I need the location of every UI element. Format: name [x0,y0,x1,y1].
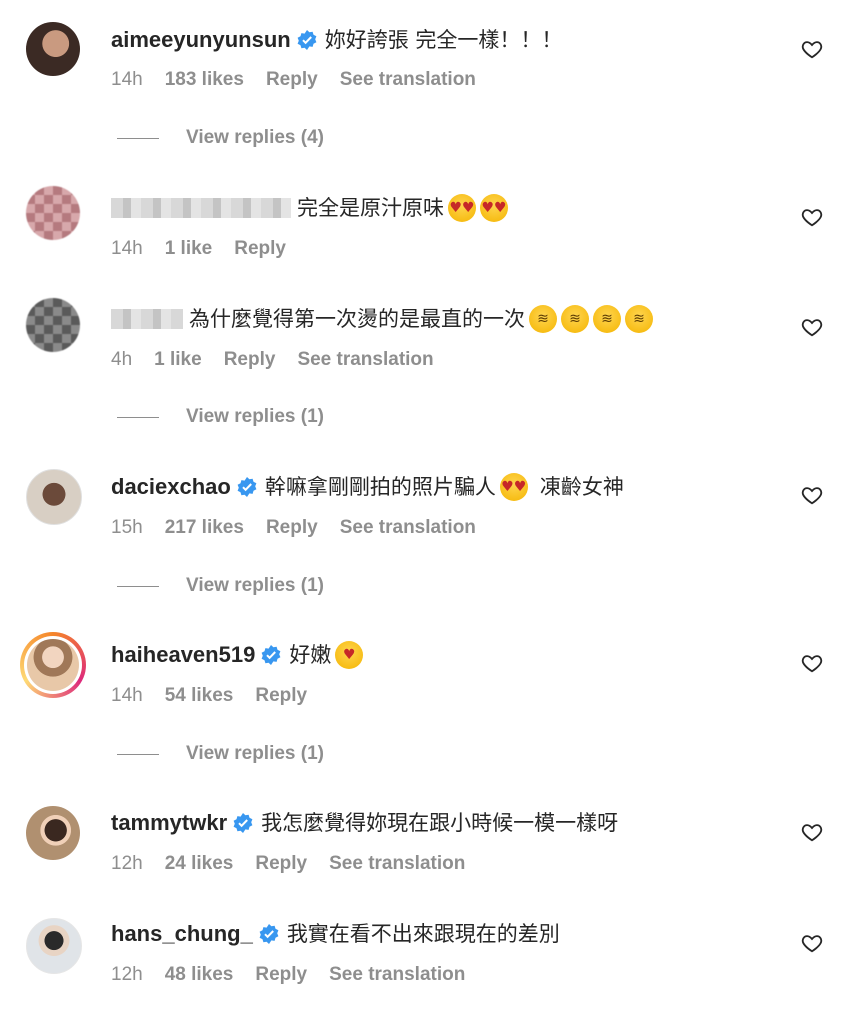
username-redacted[interactable] [111,198,291,218]
avatar [24,636,82,694]
likes-count[interactable]: 54 likes [165,685,234,707]
avatar-story-ring[interactable] [20,632,86,698]
divider [117,416,159,418]
view-replies-button[interactable]: View replies (1) [117,406,324,428]
likes-count[interactable]: 183 likes [165,69,244,91]
reply-button[interactable]: Reply [224,349,276,371]
timestamp: 12h [111,853,143,874]
view-replies-label: View replies (1) [186,743,324,764]
heart-eyes-emoji: ♥♥ [499,473,528,501]
rofl-emoji: ≋ [593,305,621,333]
reply-button[interactable]: Reply [255,964,307,986]
timestamp: 14h [111,69,143,90]
verified-badge-icon [233,813,253,833]
view-replies-label: View replies (4) [186,127,324,148]
reply-button[interactable]: Reply [255,853,307,875]
heart-outline-icon[interactable] [801,932,823,954]
comment-text-suffix: 凍齡女神 [539,475,624,499]
timestamp: 12h [111,964,143,985]
verified-badge-icon [237,477,257,497]
comment-text: 我實在看不出來跟現在的差別 [286,922,560,946]
see-translation-button[interactable]: See translation [329,853,465,875]
heart-outline-icon[interactable] [801,206,823,228]
timestamp: 14h [111,238,143,259]
verified-badge-icon [259,924,279,944]
verified-badge-icon [261,645,281,665]
username[interactable]: haiheaven519 [111,641,255,669]
likes-count[interactable]: 1 like [154,349,202,371]
see-translation-button[interactable]: See translation [297,349,433,371]
comment-text: 完全是原汁原味 [297,196,444,220]
heart-outline-icon[interactable] [801,316,823,338]
username[interactable]: aimeeyunyunsun [111,26,291,54]
view-replies-button[interactable]: View replies (1) [117,575,324,597]
divider [117,753,159,755]
divider [117,137,159,139]
kiss-emoji: ♥ [335,641,364,669]
reply-button[interactable]: Reply [266,69,318,91]
rofl-emoji: ≋ [625,305,653,333]
avatar[interactable] [26,298,80,352]
view-replies-button[interactable]: View replies (4) [117,127,324,149]
comment-text: 我怎麼覺得妳現在跟小時候一模一樣呀 [261,811,619,835]
heart-eyes-emoji: ♥♥ [480,194,508,222]
timestamp: 14h [111,685,143,706]
likes-count[interactable]: 1 like [165,238,213,260]
view-replies-button[interactable]: View replies (1) [117,743,324,765]
heart-outline-icon[interactable] [801,484,823,506]
comment-text: 幹嘛拿剛剛拍的照片騙人 [264,475,496,499]
view-replies-label: View replies (1) [186,575,324,596]
divider [117,585,159,587]
username[interactable]: daciexchao [111,473,231,501]
reply-button[interactable]: Reply [266,517,318,539]
see-translation-button[interactable]: See translation [329,964,465,986]
avatar-image [27,639,79,691]
likes-count[interactable]: 24 likes [165,853,234,875]
comment-text: 妳好誇張 完全一樣！！！ [324,28,563,52]
avatar[interactable] [26,918,82,974]
heart-eyes-emoji: ♥♥ [448,194,476,222]
verified-badge-icon [297,30,317,50]
rofl-emoji: ≋ [561,305,589,333]
rofl-emoji: ≋ [529,305,557,333]
reply-button[interactable]: Reply [255,685,307,707]
avatar[interactable] [26,806,80,860]
username[interactable]: hans_chung_ [111,920,253,948]
heart-outline-icon[interactable] [801,821,823,843]
reply-button[interactable]: Reply [234,238,286,260]
see-translation-button[interactable]: See translation [340,69,476,91]
avatar[interactable] [26,22,80,76]
heart-outline-icon[interactable] [801,652,823,674]
username-redacted[interactable] [111,309,183,329]
timestamp: 4h [111,349,133,370]
heart-outline-icon[interactable] [801,38,823,60]
username[interactable]: tammytwkr [111,809,227,837]
likes-count[interactable]: 48 likes [165,964,234,986]
avatar[interactable] [26,186,80,240]
see-translation-button[interactable]: See translation [340,517,476,539]
avatar[interactable] [26,469,82,525]
comment-text: 好嫩 [289,643,332,667]
likes-count[interactable]: 217 likes [165,517,244,539]
comment-text: 為什麼覺得第一次燙的是最直的一次 [189,307,525,331]
view-replies-label: View replies (1) [186,406,324,427]
timestamp: 15h [111,517,143,538]
